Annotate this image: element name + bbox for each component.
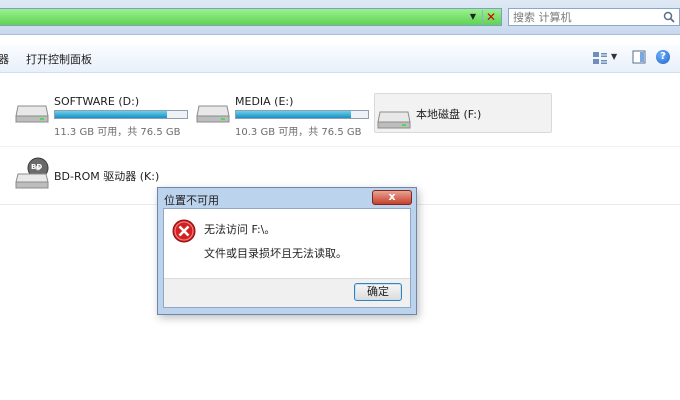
close-button[interactable]: x: [372, 190, 412, 205]
search-placeholder: 搜索 计算机: [513, 11, 572, 24]
view-dropdown-icon[interactable]: ▼: [611, 52, 617, 61]
drive-usage-fill: [236, 111, 351, 118]
drive-size: 11.3 GB 可用，共 76.5 GB: [54, 127, 181, 138]
drive-size: 10.3 GB 可用，共 76.5 GB: [235, 127, 362, 138]
drive-name: 本地磁盘 (F:): [416, 108, 482, 121]
section-divider: [0, 146, 680, 147]
error-dialog: 位置不可用 x 无法访问 F:\。 文件或目录损坏且无法读取。 确定: [157, 187, 417, 315]
dialog-title: 位置不可用: [164, 194, 219, 207]
hard-drive-icon: [196, 105, 230, 123]
dialog-body: 无法访问 F:\。 文件或目录损坏且无法读取。 确定: [163, 208, 411, 308]
drive-name: BD-ROM 驱动器 (K:): [54, 170, 160, 183]
dialog-footer: 确定: [164, 278, 410, 307]
preview-pane-icon[interactable]: [632, 50, 646, 64]
dialog-message-line1: 无法访问 F:\。: [204, 223, 276, 236]
drive-usage-fill: [55, 111, 168, 118]
drive-name: MEDIA (E:): [235, 95, 294, 108]
drive-usage-bar: [235, 110, 369, 119]
ok-button[interactable]: 确定: [354, 283, 402, 301]
search-icon[interactable]: [663, 11, 675, 23]
hard-drive-icon: [15, 105, 49, 123]
command-bar: 器 打开控制面板 ▼ ?: [0, 44, 680, 73]
stop-icon[interactable]: ✕: [482, 10, 499, 24]
address-dropdown-icon[interactable]: ▼: [467, 11, 479, 23]
command-item-partial[interactable]: 器: [0, 51, 9, 67]
hard-drive-icon: [377, 111, 411, 129]
navigation-bar: ▼ ✕ 搜索 计算机: [0, 0, 680, 35]
change-view-icon[interactable]: [592, 51, 608, 65]
open-control-panel-button[interactable]: 打开控制面板: [26, 51, 92, 67]
bd-rom-drive-icon: [15, 157, 49, 189]
address-bar[interactable]: ▼ ✕: [0, 8, 502, 26]
drive-name: SOFTWARE (D:): [54, 95, 140, 108]
error-icon: [172, 219, 196, 243]
help-icon[interactable]: ?: [656, 50, 670, 64]
dialog-message-line2: 文件或目录损坏且无法读取。: [204, 247, 347, 260]
search-input[interactable]: 搜索 计算机: [508, 8, 680, 26]
drive-usage-bar: [54, 110, 188, 119]
bd-icon-label: BD: [31, 163, 43, 171]
